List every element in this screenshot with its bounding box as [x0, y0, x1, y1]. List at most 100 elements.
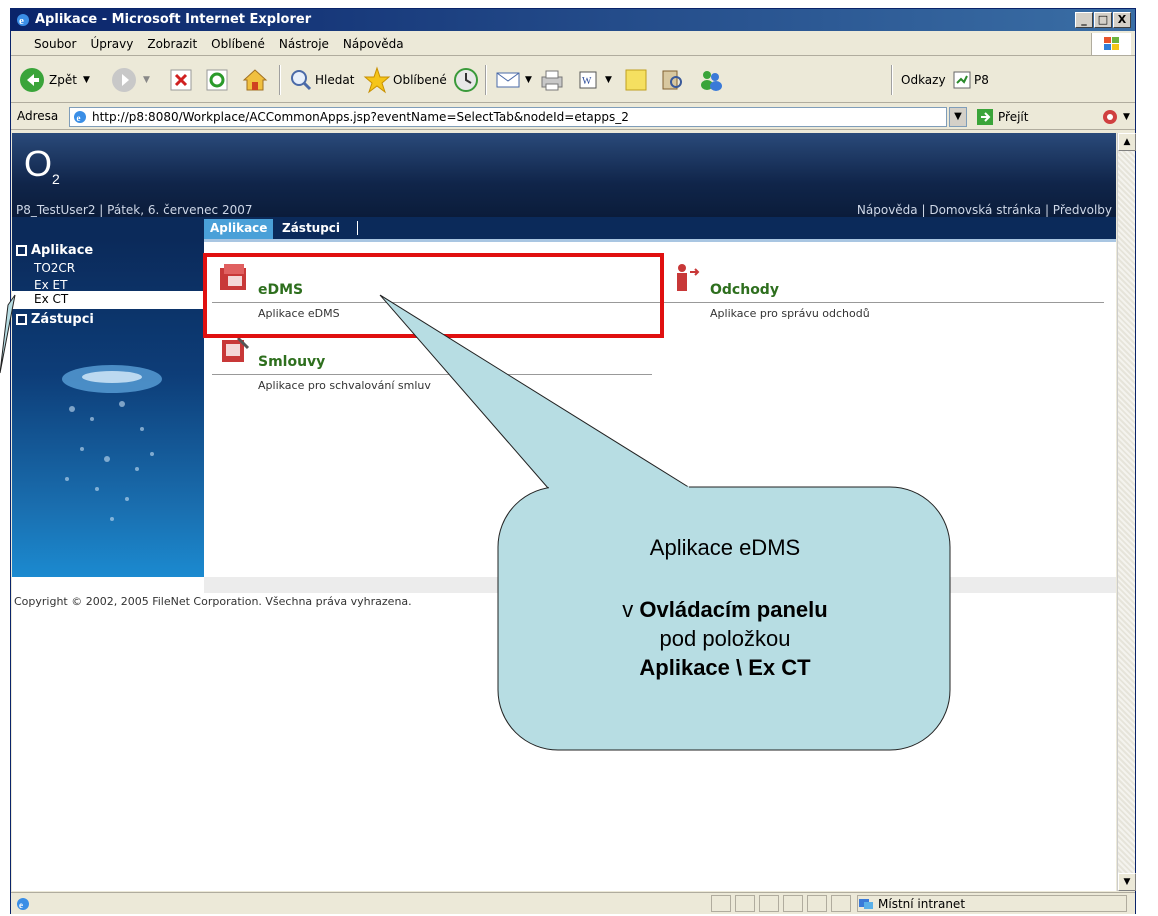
menu-help[interactable]: Nápověda: [336, 32, 411, 51]
browser-window: e Aplikace - Microsoft Internet Explorer…: [10, 8, 1136, 914]
link-p8-label: P8: [974, 73, 989, 87]
svg-text:e: e: [19, 15, 24, 27]
edit-button[interactable]: W ▼: [577, 63, 612, 97]
history-button[interactable]: [453, 63, 479, 97]
address-url: http://p8:8080/Workplace/ACCommonApps.js…: [92, 110, 629, 124]
menu-edit[interactable]: Úpravy: [83, 32, 140, 51]
svg-text:W: W: [582, 76, 592, 87]
arrow-up-icon: ▲: [1123, 137, 1131, 147]
app-title: Smlouvy: [258, 354, 326, 370]
chevron-down-icon: ▼: [1123, 112, 1130, 122]
ie-logo-icon: e: [17, 14, 29, 27]
favorites-button[interactable]: Oblíbené: [363, 63, 447, 97]
discuss-button[interactable]: [623, 63, 649, 97]
chevron-down-icon: ▼: [82, 75, 90, 85]
menu-file[interactable]: Soubor: [27, 32, 83, 51]
callout-line3: pod položkou: [659, 626, 791, 651]
smlouvy-icon: [222, 336, 250, 362]
menu-tools[interactable]: Nástroje: [272, 32, 336, 51]
research-button[interactable]: [659, 63, 685, 97]
link-page-icon: [953, 71, 971, 89]
chevron-down-icon: ▼: [143, 75, 150, 85]
divider: [212, 374, 652, 375]
svg-text:e: e: [77, 113, 81, 123]
windows-logo-icon: [1091, 33, 1131, 55]
extra-tool-button[interactable]: ▼: [1101, 108, 1130, 126]
sidebar-section-zastupci[interactable]: Zástupci: [16, 312, 94, 327]
app-desc: Aplikace pro správu odchodů: [710, 307, 870, 320]
title-bar: e Aplikace - Microsoft Internet Explorer…: [11, 9, 1135, 31]
menu-view[interactable]: Zobrazit: [140, 32, 204, 51]
word-icon: W: [579, 71, 597, 89]
app-odchody[interactable]: Odchody Aplikace pro správu odchodů: [664, 262, 1104, 322]
maximize-button[interactable]: □: [1094, 12, 1112, 28]
address-bar: Adresa e http://p8:8080/Workplace/ACComm…: [11, 104, 1135, 130]
messenger-button[interactable]: [697, 63, 725, 97]
collapse-icon: [16, 245, 27, 256]
refresh-button[interactable]: [205, 63, 229, 97]
back-button[interactable]: Zpět ▼: [19, 63, 90, 97]
copyright: Copyright © 2002, 2005 FileNet Corporati…: [14, 595, 412, 608]
chevron-down-icon: ▼: [954, 111, 962, 122]
callout-line1: Aplikace eDMS: [649, 535, 801, 560]
stop-button[interactable]: [169, 63, 193, 97]
scroll-up-button[interactable]: ▲: [1118, 133, 1136, 151]
window-title: Aplikace - Microsoft Internet Explorer: [35, 12, 312, 27]
go-arrow-icon: [977, 109, 993, 125]
print-button[interactable]: [539, 63, 565, 97]
minimize-button[interactable]: _: [1075, 12, 1093, 28]
water-drop-image: [62, 365, 162, 521]
tab-zastupci[interactable]: Zástupci: [276, 219, 346, 239]
refresh-icon: [206, 69, 228, 91]
address-dropdown[interactable]: ▼: [949, 107, 967, 127]
search-label: Hledat: [315, 73, 355, 87]
sidebar-section-aplikace[interactable]: Aplikace: [16, 243, 93, 258]
address-label: Adresa: [17, 109, 59, 123]
page-content: O2 P8_TestUser2 | Pátek, 6. červenec 200…: [12, 133, 1116, 891]
header-links[interactable]: Nápověda | Domovská stránka | Předvolby: [857, 203, 1112, 217]
o2-logo: O2: [24, 143, 60, 188]
links-label: Odkazy: [901, 73, 946, 87]
intranet-icon: [859, 898, 873, 909]
callout-text: Aplikace eDMS v Ovládacím panelu pod pol…: [500, 533, 950, 682]
mail-button[interactable]: ▼: [495, 63, 532, 97]
vertical-scrollbar[interactable]: ▲ ▼: [1117, 133, 1136, 891]
research-icon: [662, 70, 682, 90]
menu-bar: Soubor Úpravy Zobrazit Oblíbené Nástroje Nápo…: [11, 32, 1135, 56]
sidebar-item-ex-ct[interactable]: Ex CT: [12, 291, 204, 309]
sidebar-item-to2cr[interactable]: TO2CR: [34, 261, 75, 275]
address-input[interactable]: e http://p8:8080/Workplace/ACCommonApps.…: [69, 107, 947, 127]
tab-divider: [357, 221, 358, 235]
sidebar: Aplikace TO2CR Ex ET Ex CT Zástupci: [12, 239, 204, 577]
go-label: Přejít: [998, 110, 1029, 124]
app-smlouvy[interactable]: Smlouvy Aplikace pro schvalování smluv: [212, 334, 672, 394]
expand-icon: [16, 314, 27, 325]
page-icon: e: [74, 111, 86, 123]
tab-aplikace[interactable]: Aplikace: [204, 219, 274, 239]
menu-favorites[interactable]: Oblíbené: [204, 32, 272, 51]
link-p8[interactable]: P8: [953, 63, 989, 97]
go-button[interactable]: Přejít: [976, 108, 1028, 126]
home-button[interactable]: [241, 63, 269, 97]
portal-header: O2 P8_TestUser2 | Pátek, 6. červenec 200…: [12, 133, 1116, 217]
divider: [664, 302, 1104, 303]
forward-button[interactable]: ▼: [111, 63, 150, 97]
chevron-down-icon: ▼: [605, 75, 612, 85]
history-icon: [454, 68, 478, 92]
search-button[interactable]: Hledat: [289, 63, 354, 97]
close-button[interactable]: X: [1113, 12, 1131, 28]
links-bar: Odkazy: [901, 63, 946, 97]
stop-icon: [170, 69, 192, 91]
print-icon: [541, 70, 563, 91]
translate-icon: [1103, 110, 1117, 124]
odchody-icon: [677, 264, 700, 291]
mail-icon: [496, 72, 520, 88]
favorites-label: Oblíbené: [393, 73, 447, 87]
star-icon: [363, 66, 391, 94]
callout-line4: Aplikace \ Ex CT: [639, 655, 811, 680]
user-info: P8_TestUser2 | Pátek, 6. červenec 2007: [16, 203, 253, 217]
scroll-down-button[interactable]: ▼: [1118, 873, 1136, 891]
tab-bar: Aplikace Zástupci: [12, 217, 1116, 239]
note-icon: [625, 69, 647, 91]
sidebar-item-ex-et[interactable]: Ex ET: [34, 278, 67, 292]
